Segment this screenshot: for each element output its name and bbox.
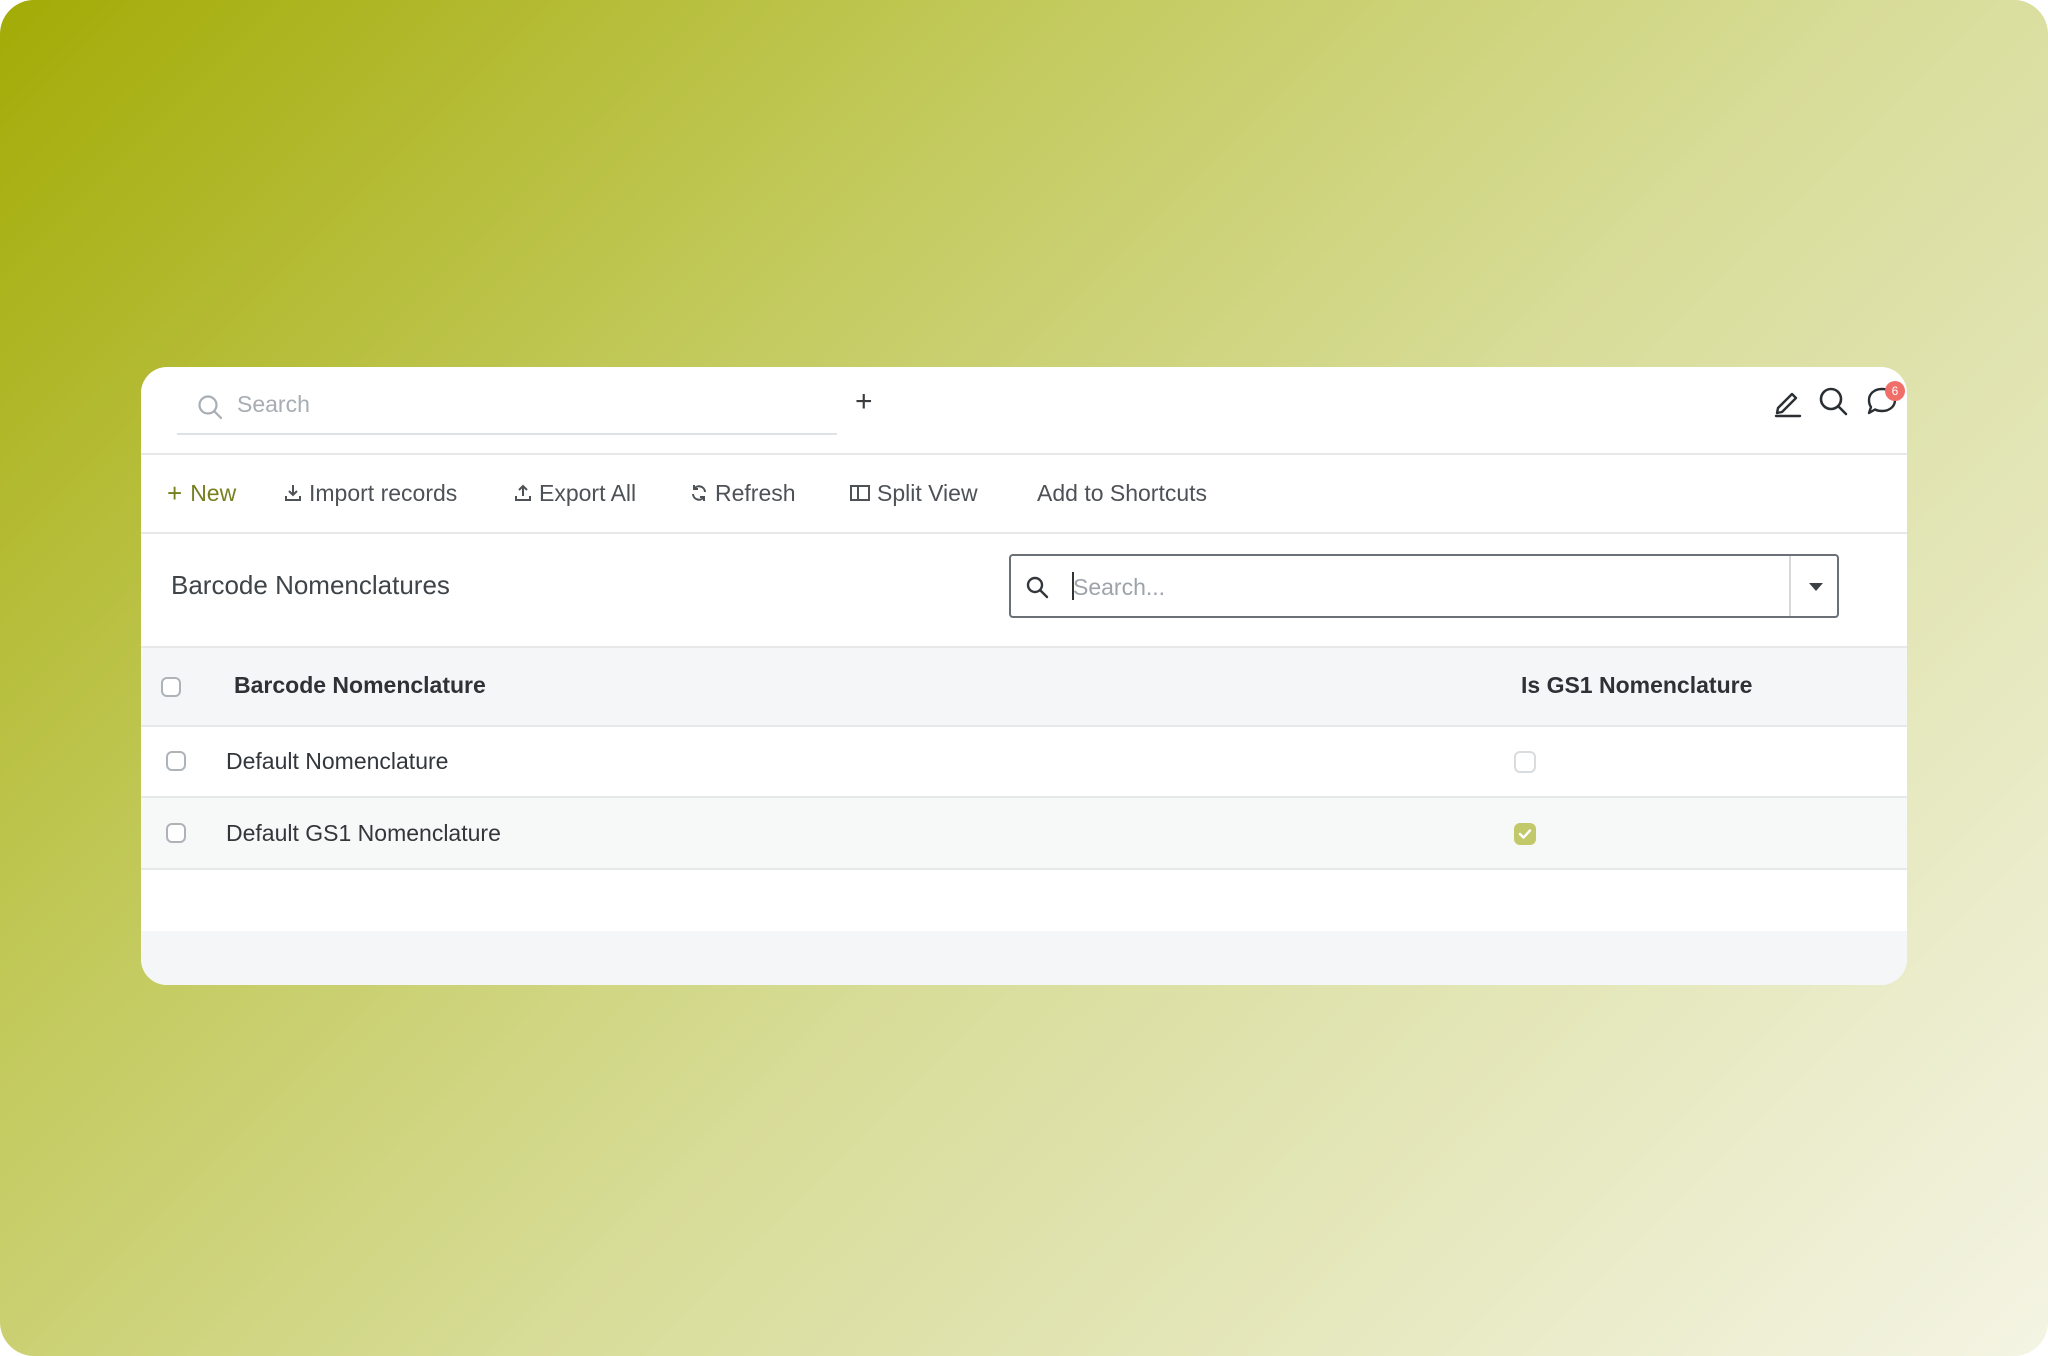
row-checkbox[interactable] xyxy=(166,751,186,771)
import-records-label: Import records xyxy=(309,479,458,506)
search-icon xyxy=(1026,576,1049,599)
download-icon xyxy=(285,485,301,501)
split-view-button[interactable]: Split View xyxy=(849,479,978,507)
import-records-button[interactable]: Import records xyxy=(283,479,457,507)
list-search-placeholder: Search... xyxy=(1073,574,1166,600)
add-button[interactable]: + xyxy=(855,385,873,419)
column-header-barcode-nomenclature[interactable]: Barcode Nomenclature xyxy=(234,672,486,699)
search-icon[interactable] xyxy=(1816,384,1850,418)
list-footer xyxy=(141,931,1907,985)
new-label: New xyxy=(190,479,237,506)
action-toolbar: + New Import records Export All Refresh … xyxy=(141,453,1907,534)
row-checkbox[interactable] xyxy=(166,823,186,843)
page-title: Barcode Nomenclatures xyxy=(171,570,450,600)
table-row[interactable]: Default GS1 Nomenclature xyxy=(141,798,1907,870)
gs1-checked-indicator xyxy=(1514,823,1536,845)
refresh-icon xyxy=(692,485,706,501)
list-search-input[interactable]: Search... xyxy=(1009,554,1839,618)
table-header: Barcode Nomenclature Is GS1 Nomenclature xyxy=(141,648,1907,727)
export-all-label: Export All xyxy=(539,479,637,506)
new-button[interactable]: + New xyxy=(167,477,237,508)
upload-icon xyxy=(515,484,531,501)
notification-badge: 6 xyxy=(1885,381,1905,401)
gradient-background: Search + 6 + New Import records Export A… xyxy=(0,0,2048,1356)
search-divider xyxy=(1789,556,1791,616)
plus-icon: + xyxy=(167,477,183,508)
column-header-is-gs1[interactable]: Is GS1 Nomenclature xyxy=(1521,672,1752,699)
top-bar: Search + 6 xyxy=(141,367,1907,455)
global-search-placeholder: Search xyxy=(237,391,310,417)
gs1-unchecked-indicator xyxy=(1514,751,1536,773)
select-all-checkbox[interactable] xyxy=(161,677,181,697)
export-all-button[interactable]: Export All xyxy=(513,479,636,507)
chevron-down-icon[interactable] xyxy=(1809,583,1823,591)
refresh-label: Refresh xyxy=(715,479,796,506)
split-view-label: Split View xyxy=(877,479,978,506)
row-name[interactable]: Default GS1 Nomenclature xyxy=(226,820,501,847)
app-window: Search + 6 + New Import records Export A… xyxy=(141,367,1907,985)
checkmark-icon xyxy=(1518,829,1532,839)
global-search-input[interactable]: Search xyxy=(177,379,837,435)
add-to-shortcuts-button[interactable]: Add to Shortcuts xyxy=(1037,479,1207,507)
search-icon xyxy=(198,395,223,420)
table-row[interactable]: Default Nomenclature xyxy=(141,726,1907,798)
pencil-icon[interactable] xyxy=(1771,384,1805,418)
refresh-button[interactable]: Refresh xyxy=(689,479,796,507)
add-to-shortcuts-label: Add to Shortcuts xyxy=(1037,479,1208,506)
split-view-icon xyxy=(850,485,870,501)
list-header: Barcode Nomenclatures Search... xyxy=(141,534,1907,648)
row-name[interactable]: Default Nomenclature xyxy=(226,748,448,775)
